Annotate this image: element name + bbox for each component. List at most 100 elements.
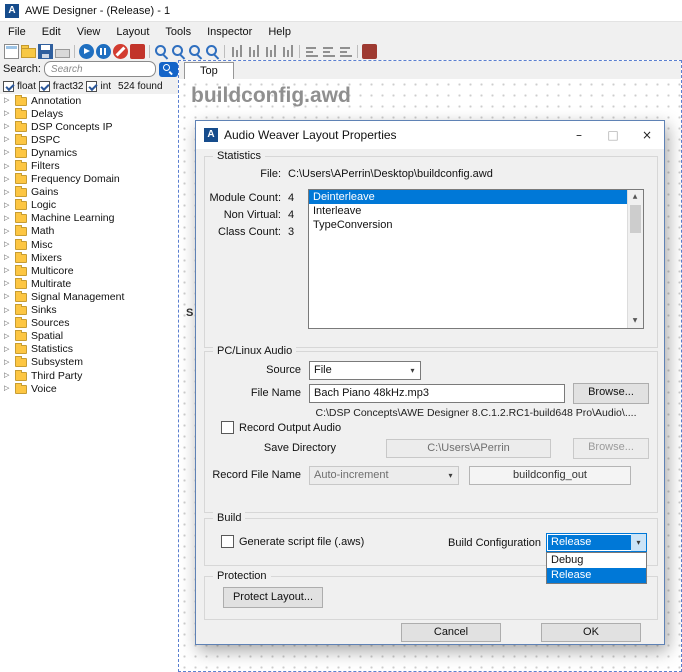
menu-edit[interactable]: Edit [34, 22, 69, 42]
distribute-horizontal-icon[interactable] [304, 44, 319, 59]
build-config-select[interactable]: Release ▾ [546, 533, 647, 552]
module-list-item[interactable]: TypeConversion [309, 218, 628, 232]
dropdown-option-release[interactable]: Release [547, 568, 646, 583]
search-go-button[interactable] [159, 62, 178, 77]
cancel-button[interactable]: Cancel [401, 623, 501, 642]
list-scrollbar[interactable]: ▲ ▼ [627, 190, 643, 328]
align-right-icon[interactable] [263, 44, 278, 59]
expand-arrow-icon[interactable]: ▷ [4, 346, 11, 353]
expand-arrow-icon[interactable]: ▷ [4, 163, 11, 170]
expand-arrow-icon[interactable]: ▷ [4, 241, 11, 248]
tree-item[interactable]: ▷Voice [0, 382, 178, 395]
browse-button[interactable]: Browse... [573, 383, 649, 404]
expand-arrow-icon[interactable]: ▷ [4, 280, 11, 287]
close-button[interactable]: × [630, 121, 664, 149]
module-list-item-selected[interactable]: Deinterleave [309, 190, 628, 204]
tree-item[interactable]: ▷Filters [0, 159, 178, 172]
menu-help[interactable]: Help [260, 22, 299, 42]
file-name-input[interactable]: Bach Piano 48kHz.mp3 [309, 384, 565, 403]
tab-top[interactable]: Top [184, 62, 234, 79]
tree-item[interactable]: ▷Frequency Domain [0, 173, 178, 186]
tree-item[interactable]: ▷Gains [0, 186, 178, 199]
open-file-icon[interactable] [21, 48, 36, 58]
expand-arrow-icon[interactable]: ▷ [4, 189, 11, 196]
tree-item[interactable]: ▷DSPC [0, 133, 178, 146]
expand-arrow-icon[interactable]: ▷ [4, 293, 11, 300]
expand-arrow-icon[interactable]: ▷ [4, 176, 11, 183]
module-class-list[interactable]: Deinterleave Interleave TypeConversion ▲… [308, 189, 644, 329]
expand-arrow-icon[interactable]: ▷ [4, 228, 11, 235]
checkbox-icon[interactable] [221, 421, 234, 434]
menu-tools[interactable]: Tools [157, 22, 199, 42]
int-checkbox[interactable] [86, 81, 97, 92]
stop-icon[interactable] [130, 44, 145, 59]
pause-icon[interactable] [96, 44, 111, 59]
run-icon[interactable] [79, 44, 94, 59]
tree-item[interactable]: ▷Annotation [0, 94, 178, 107]
tree-item[interactable]: ▷Sinks [0, 304, 178, 317]
search-input[interactable] [44, 61, 156, 77]
minimize-button[interactable]: – [562, 121, 596, 149]
new-layout-icon[interactable] [4, 44, 19, 59]
save-all-icon[interactable] [55, 49, 70, 58]
tree-item[interactable]: ▷Multirate [0, 277, 178, 290]
scroll-up-icon[interactable]: ▲ [628, 190, 642, 204]
tree-item[interactable]: ▷Dynamics [0, 146, 178, 159]
module-tree[interactable]: ▷Annotation ▷Delays ▷DSP Concepts IP ▷DS… [0, 94, 178, 672]
expand-arrow-icon[interactable]: ▷ [4, 215, 11, 222]
menu-layout[interactable]: Layout [108, 22, 157, 42]
source-select[interactable]: File ▾ [309, 361, 421, 380]
tree-item[interactable]: ▷Multicore [0, 264, 178, 277]
expand-arrow-icon[interactable]: ▷ [4, 320, 11, 327]
float-checkbox[interactable] [3, 81, 14, 92]
distribute-vertical-icon[interactable] [321, 44, 336, 59]
expand-arrow-icon[interactable]: ▷ [4, 307, 11, 314]
halt-icon[interactable] [113, 44, 128, 59]
tree-item[interactable]: ▷Third Party [0, 369, 178, 382]
expand-arrow-icon[interactable]: ▷ [4, 110, 11, 117]
build-config-dropdown[interactable]: Debug Release [546, 552, 647, 584]
record-file-name-input[interactable]: buildconfig_out [469, 466, 631, 485]
expand-arrow-icon[interactable]: ▷ [4, 385, 11, 392]
align-left-icon[interactable] [229, 44, 244, 59]
expand-arrow-icon[interactable]: ▷ [4, 267, 11, 274]
expand-arrow-icon[interactable]: ▷ [4, 136, 11, 143]
zoom-fit-icon[interactable] [188, 44, 203, 59]
profiling-icon[interactable] [362, 44, 377, 59]
zoom-out-icon[interactable] [171, 44, 186, 59]
align-center-icon[interactable] [246, 44, 261, 59]
fract32-checkbox[interactable] [39, 81, 50, 92]
tree-item[interactable]: ▷Signal Management [0, 290, 178, 303]
tree-item[interactable]: ▷Statistics [0, 343, 178, 356]
protect-layout-button[interactable]: Protect Layout... [223, 587, 323, 608]
tree-item[interactable]: ▷Math [0, 225, 178, 238]
expand-arrow-icon[interactable]: ▷ [4, 149, 11, 156]
tree-item[interactable]: ▷Spatial [0, 330, 178, 343]
menu-file[interactable]: File [0, 22, 34, 42]
tree-item[interactable]: ▷Misc [0, 238, 178, 251]
tree-item[interactable]: ▷Subsystem [0, 356, 178, 369]
checkbox-icon[interactable] [221, 535, 234, 548]
tree-item[interactable]: ▷Delays [0, 107, 178, 120]
expand-arrow-icon[interactable]: ▷ [4, 372, 11, 379]
tree-item[interactable]: ▷Machine Learning [0, 212, 178, 225]
expand-arrow-icon[interactable]: ▷ [4, 123, 11, 130]
tree-item[interactable]: ▷Logic [0, 199, 178, 212]
ok-button[interactable]: OK [541, 623, 641, 642]
dropdown-option-debug[interactable]: Debug [547, 553, 646, 568]
save-file-icon[interactable] [38, 44, 53, 59]
expand-arrow-icon[interactable]: ▷ [4, 202, 11, 209]
align-bottom-icon[interactable] [280, 44, 295, 59]
scroll-down-icon[interactable]: ▼ [628, 314, 642, 328]
tree-item[interactable]: ▷Mixers [0, 251, 178, 264]
menu-inspector[interactable]: Inspector [199, 22, 260, 42]
expand-arrow-icon[interactable]: ▷ [4, 333, 11, 340]
snap-to-grid-icon[interactable] [338, 44, 353, 59]
maximize-button[interactable]: □ [596, 121, 630, 149]
generate-script-checkbox[interactable]: Generate script file (.aws) [221, 535, 364, 548]
tree-item[interactable]: ▷DSP Concepts IP [0, 120, 178, 133]
expand-arrow-icon[interactable]: ▷ [4, 97, 11, 104]
tree-item[interactable]: ▷Sources [0, 317, 178, 330]
expand-arrow-icon[interactable]: ▷ [4, 359, 11, 366]
module-list-item[interactable]: Interleave [309, 204, 628, 218]
